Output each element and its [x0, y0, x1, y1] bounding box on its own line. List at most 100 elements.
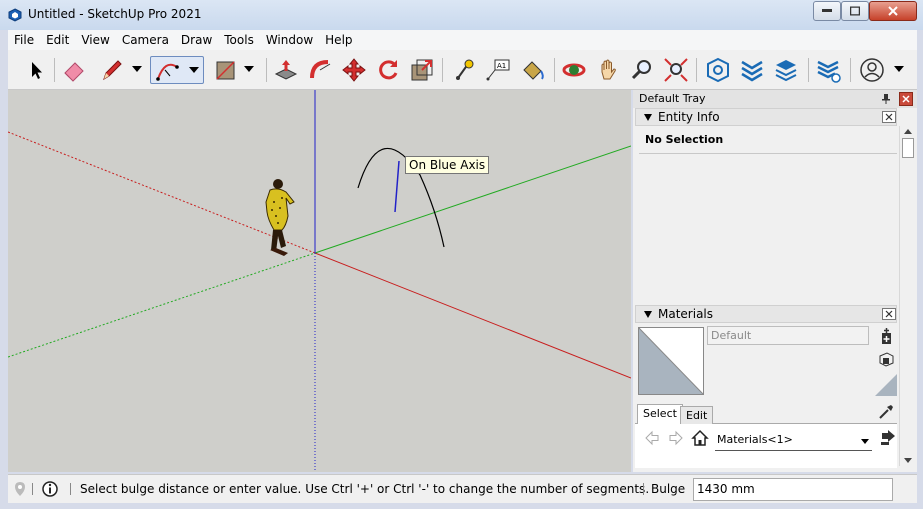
measurements-label: Bulge [651, 482, 686, 496]
close-button[interactable] [869, 1, 917, 21]
move-icon [342, 58, 366, 82]
sketchup-logo-icon [8, 8, 22, 22]
extension-warehouse-icon [741, 60, 763, 82]
toolbar-separator [808, 58, 809, 82]
arc-tool-button[interactable] [150, 56, 204, 84]
menu-tools[interactable]: Tools [218, 30, 260, 50]
tray-scrollbar[interactable] [899, 126, 915, 466]
scale-tool-button[interactable] [408, 56, 436, 84]
menu-window[interactable]: Window [260, 30, 319, 50]
arc-tool-dropdown[interactable] [189, 67, 199, 73]
scale-figure [265, 179, 295, 256]
drawing-area[interactable]: On Blue Axis [8, 90, 631, 472]
materials-select-panel: Materials<1> [635, 424, 897, 468]
toolbar-separator [696, 58, 697, 82]
default-material-swatch [638, 327, 704, 395]
create-material-icon[interactable] [877, 327, 895, 345]
status-separator [70, 483, 71, 495]
home-icon[interactable] [691, 429, 709, 447]
profile-tool-button[interactable] [858, 56, 886, 84]
close-icon [885, 113, 893, 121]
display-secondary-pane-icon[interactable] [877, 350, 895, 368]
eyedropper-icon[interactable] [877, 403, 895, 421]
paint-bucket-icon [523, 61, 544, 80]
warehouse-tool-button[interactable] [704, 56, 732, 84]
follow-me-tool-button[interactable] [306, 56, 334, 84]
divider [639, 153, 897, 154]
measurements-input[interactable]: 1430 mm [693, 478, 893, 501]
details-arrow-icon[interactable] [879, 429, 897, 447]
tab-edit[interactable]: Edit [680, 406, 714, 425]
scroll-up-icon[interactable] [904, 129, 912, 134]
text-label-icon: A1 [486, 59, 510, 81]
scroll-thumb[interactable] [902, 138, 914, 158]
text-tool-button[interactable]: A1 [484, 56, 512, 84]
menu-bar: File Edit View Camera Draw Tools Window … [8, 30, 917, 50]
entity-info-header[interactable]: Entity Info [635, 108, 897, 126]
bulge-guide-line [394, 160, 400, 213]
rotate-icon [379, 60, 398, 80]
pan-tool-button[interactable] [594, 56, 622, 84]
back-arrow-icon[interactable] [643, 429, 661, 447]
scroll-down-icon[interactable] [904, 458, 912, 463]
minimize-button[interactable] [813, 1, 841, 21]
rectangle-icon [216, 61, 235, 80]
orbit-tool-button[interactable] [560, 56, 588, 84]
zoom-extents-tool-button[interactable] [662, 56, 690, 84]
material-library-select[interactable]: Materials<1> [715, 431, 872, 451]
rectangle-tool-button[interactable] [212, 56, 240, 84]
close-icon [885, 310, 893, 318]
pin-icon[interactable] [881, 93, 891, 105]
menu-camera[interactable]: Camera [116, 30, 175, 50]
forward-arrow-icon[interactable] [667, 429, 685, 447]
menu-file[interactable]: File [8, 30, 40, 50]
status-separator [643, 483, 644, 495]
zoom-extents-icon [664, 58, 688, 82]
tray-close-button[interactable] [899, 92, 913, 106]
line-tool-button[interactable] [98, 56, 126, 84]
materials-close-button[interactable] [882, 308, 896, 320]
svg-text:A1: A1 [497, 62, 506, 70]
maximize-button[interactable] [841, 1, 869, 21]
tab-select[interactable]: Select [637, 404, 683, 425]
geo-location-icon[interactable] [11, 480, 29, 498]
menu-edit[interactable]: Edit [40, 30, 75, 50]
materials-header[interactable]: Materials [635, 305, 897, 323]
pencil-icon [103, 60, 122, 81]
menu-draw[interactable]: Draw [175, 30, 218, 50]
green-axis-negative [8, 252, 316, 358]
sample-paint-swatch-icon[interactable] [875, 374, 897, 396]
paint-bucket-tool-button[interactable] [518, 56, 546, 84]
hand-icon [601, 59, 616, 80]
entity-info-title: Entity Info [658, 110, 720, 124]
tape-measure-tool-button[interactable] [450, 56, 478, 84]
default-tray: Default Tray Entity Info No Selection Ma… [633, 90, 917, 472]
info-icon[interactable] [41, 480, 59, 498]
push-pull-tool-button[interactable] [272, 56, 300, 84]
title-bar: Untitled - SketchUp Pro 2021 [0, 0, 923, 30]
rotate-tool-button[interactable] [374, 56, 402, 84]
select-tool-button[interactable] [22, 56, 50, 84]
toolbar-separator [850, 58, 851, 82]
entity-info-close-button[interactable] [882, 111, 896, 123]
eraser-tool-button[interactable] [60, 56, 88, 84]
warehouse-icon [707, 57, 729, 83]
zoom-tool-button[interactable] [628, 56, 656, 84]
material-preview-swatch [638, 327, 704, 395]
orbit-icon [562, 63, 586, 77]
line-tool-dropdown[interactable] [132, 66, 142, 72]
user-profile-icon [860, 58, 884, 82]
menu-help[interactable]: Help [319, 30, 358, 50]
extension-tool-button[interactable] [738, 56, 766, 84]
layers-tool-button[interactable] [814, 56, 842, 84]
rectangle-tool-dropdown[interactable] [244, 66, 254, 72]
move-tool-button[interactable] [340, 56, 368, 84]
red-axis-positive [314, 252, 631, 379]
scale-icon [411, 59, 433, 81]
material-name-field[interactable]: Default [707, 326, 869, 345]
minimize-icon [822, 9, 832, 12]
profile-dropdown[interactable] [894, 66, 904, 72]
components-tool-button[interactable] [772, 56, 800, 84]
menu-view[interactable]: View [75, 30, 115, 50]
large-toolset: A1 [8, 50, 917, 90]
